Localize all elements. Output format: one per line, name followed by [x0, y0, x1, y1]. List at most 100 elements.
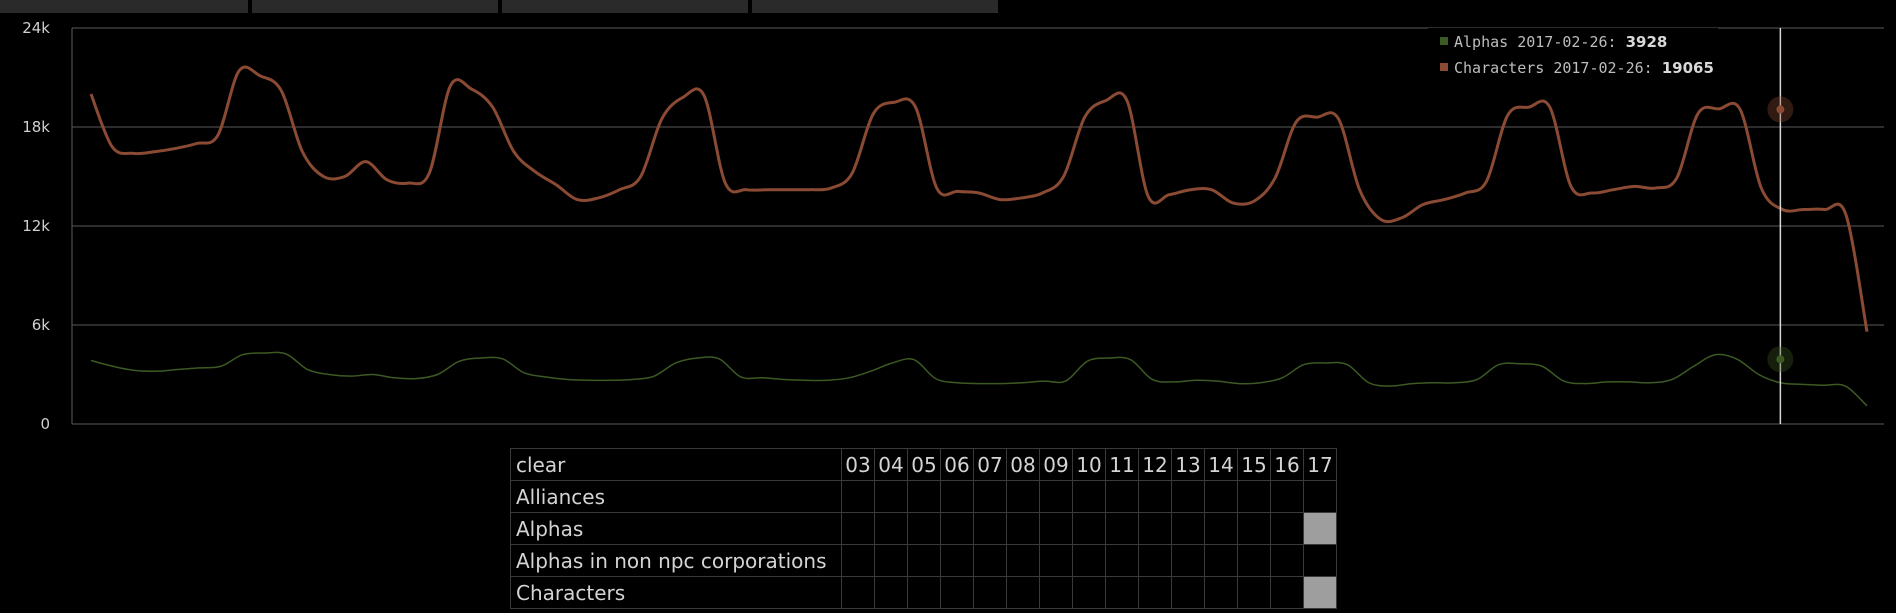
series-row-label[interactable]: Alphas: [510, 512, 842, 545]
year-header-11[interactable]: 11: [1105, 448, 1139, 481]
year-header-16[interactable]: 16: [1270, 448, 1304, 481]
clear-button[interactable]: clear: [510, 448, 842, 481]
year-toggle-cell[interactable]: [907, 480, 941, 513]
year-toggle-cell[interactable]: [874, 512, 908, 545]
year-toggle-cell[interactable]: [907, 544, 941, 577]
legend-value: 19065: [1662, 59, 1714, 77]
selector-row: Characters: [510, 576, 1337, 609]
legend-swatch: [1440, 63, 1448, 71]
year-toggle-cell[interactable]: [1006, 544, 1040, 577]
year-header-04[interactable]: 04: [874, 448, 908, 481]
legend-series-label: Alphas 2017-02-26:: [1454, 33, 1626, 51]
y-tick-label: 24k: [22, 19, 50, 37]
year-toggle-cell[interactable]: [1138, 544, 1172, 577]
year-toggle-cell[interactable]: [1237, 544, 1271, 577]
year-header-09[interactable]: 09: [1039, 448, 1073, 481]
year-toggle-cell[interactable]: [1237, 512, 1271, 545]
year-header-17[interactable]: 17: [1303, 448, 1337, 481]
series-line-alphas: [90, 351, 1868, 407]
year-toggle-cell[interactable]: [940, 512, 974, 545]
year-toggle-cell[interactable]: [1270, 576, 1304, 609]
year-toggle-cell[interactable]: [1270, 544, 1304, 577]
year-toggle-cell[interactable]: [874, 544, 908, 577]
year-toggle-cell[interactable]: [940, 544, 974, 577]
year-toggle-cell[interactable]: [1270, 480, 1304, 513]
hover-point: [1776, 355, 1785, 364]
year-toggle-cell[interactable]: [1204, 480, 1238, 513]
year-toggle-cell[interactable]: [841, 512, 875, 545]
line-chart[interactable]: 0 6k 12k 18k 24k Alphas 2017-02-26: 3928 Char…: [0, 0, 1896, 440]
year-toggle-cell[interactable]: [1006, 576, 1040, 609]
year-toggle-cell[interactable]: [1171, 512, 1205, 545]
series-line-characters: [89, 65, 1869, 332]
year-toggle-cell[interactable]: [1204, 544, 1238, 577]
year-header-06[interactable]: 06: [940, 448, 974, 481]
legend-entry: Characters 2017-02-26: 19065: [1454, 59, 1714, 77]
selector-row: Alphas in non npc corporations: [510, 544, 1337, 577]
year-toggle-cell[interactable]: [1171, 480, 1205, 513]
year-toggle-cell[interactable]: [1039, 512, 1073, 545]
year-toggle-cell[interactable]: [1303, 544, 1337, 577]
series-row-label[interactable]: Characters: [510, 576, 842, 609]
chart-series: [89, 65, 1869, 407]
y-tick-label: 0: [40, 415, 50, 433]
year-toggle-cell[interactable]: [1237, 576, 1271, 609]
year-header-10[interactable]: 10: [1072, 448, 1106, 481]
y-axis-ticks: 0 6k 12k 18k 24k: [22, 19, 50, 433]
year-toggle-cell[interactable]: [1204, 576, 1238, 609]
y-tick-label: 12k: [22, 217, 50, 235]
selector-row: Alphas: [510, 512, 1337, 545]
year-toggle-cell[interactable]: [1006, 480, 1040, 513]
legend-swatch: [1440, 37, 1448, 45]
year-toggle-cell[interactable]: [940, 576, 974, 609]
series-row-label[interactable]: Alliances: [510, 480, 842, 513]
year-toggle-cell[interactable]: [1006, 512, 1040, 545]
selector-header-row: clear 03 04 05 06 07 08 09 10 11 12 13 14 15 16 17: [510, 448, 1337, 481]
year-header-12[interactable]: 12: [1138, 448, 1172, 481]
year-toggle-cell[interactable]: [1138, 576, 1172, 609]
year-toggle-cell[interactable]: [1270, 512, 1304, 545]
year-header-05[interactable]: 05: [907, 448, 941, 481]
year-toggle-cell[interactable]: [973, 544, 1007, 577]
year-toggle-cell[interactable]: [973, 480, 1007, 513]
year-toggle-cell[interactable]: [1138, 512, 1172, 545]
year-toggle-cell[interactable]: [907, 512, 941, 545]
year-header-08[interactable]: 08: [1006, 448, 1040, 481]
legend-value: 3928: [1626, 33, 1668, 51]
year-toggle-cell[interactable]: [1171, 576, 1205, 609]
year-toggle-cell[interactable]: [874, 480, 908, 513]
year-toggle-cell[interactable]: [841, 544, 875, 577]
year-toggle-cell[interactable]: [1039, 480, 1073, 513]
year-toggle-cell[interactable]: [1303, 512, 1337, 545]
year-toggle-cell[interactable]: [1105, 480, 1139, 513]
year-toggle-cell[interactable]: [841, 576, 875, 609]
year-toggle-cell[interactable]: [1303, 480, 1337, 513]
year-toggle-cell[interactable]: [973, 576, 1007, 609]
year-toggle-cell[interactable]: [1039, 544, 1073, 577]
year-toggle-cell[interactable]: [1072, 512, 1106, 545]
year-toggle-cell[interactable]: [1204, 512, 1238, 545]
year-toggle-cell[interactable]: [1072, 544, 1106, 577]
year-toggle-cell[interactable]: [973, 512, 1007, 545]
series-selector-table: clear 03 04 05 06 07 08 09 10 11 12 13 14 15 16 17 Allia…: [510, 448, 1337, 609]
year-toggle-cell[interactable]: [874, 576, 908, 609]
year-toggle-cell[interactable]: [1105, 576, 1139, 609]
year-toggle-cell[interactable]: [1138, 480, 1172, 513]
year-toggle-cell[interactable]: [1303, 576, 1337, 609]
year-toggle-cell[interactable]: [1105, 544, 1139, 577]
year-toggle-cell[interactable]: [1072, 576, 1106, 609]
year-header-15[interactable]: 15: [1237, 448, 1271, 481]
year-toggle-cell[interactable]: [1105, 512, 1139, 545]
year-toggle-cell[interactable]: [907, 576, 941, 609]
year-toggle-cell[interactable]: [1237, 480, 1271, 513]
year-toggle-cell[interactable]: [1171, 544, 1205, 577]
series-row-label[interactable]: Alphas in non npc corporations: [510, 544, 842, 577]
year-header-03[interactable]: 03: [841, 448, 875, 481]
year-toggle-cell[interactable]: [841, 480, 875, 513]
year-header-13[interactable]: 13: [1171, 448, 1205, 481]
year-header-14[interactable]: 14: [1204, 448, 1238, 481]
year-header-07[interactable]: 07: [973, 448, 1007, 481]
year-toggle-cell[interactable]: [940, 480, 974, 513]
year-toggle-cell[interactable]: [1039, 576, 1073, 609]
year-toggle-cell[interactable]: [1072, 480, 1106, 513]
